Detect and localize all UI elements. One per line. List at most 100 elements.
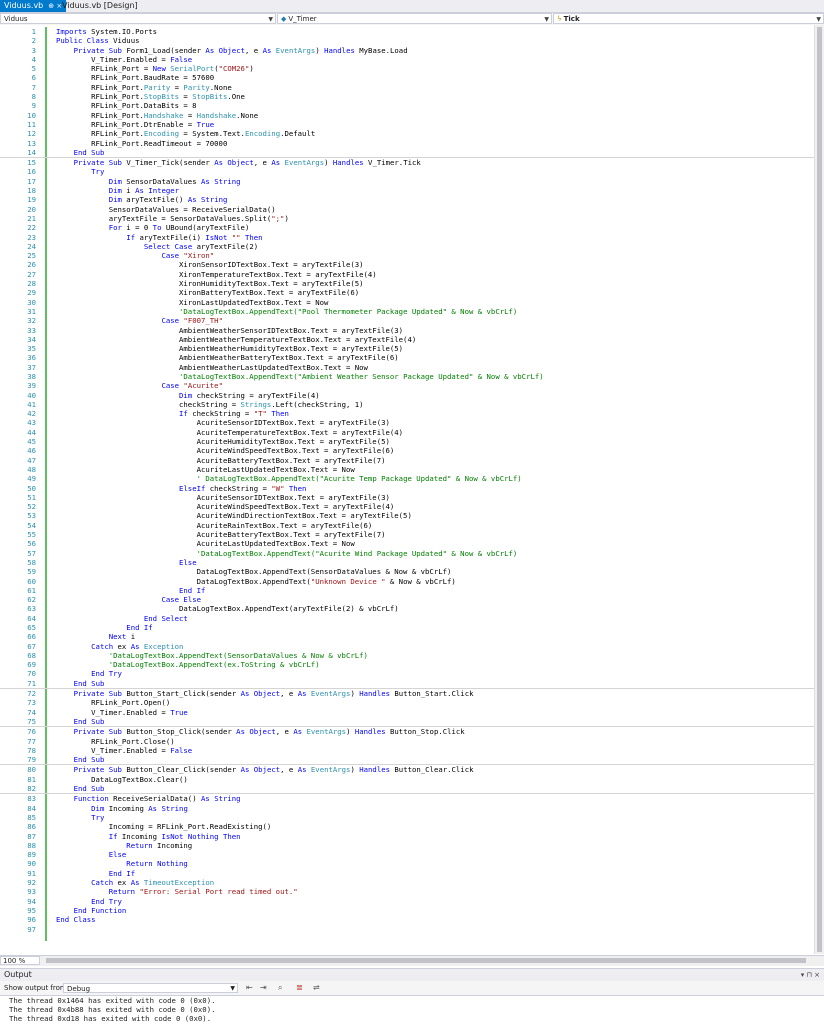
code-line[interactable]: 55 AcuriteBatteryTextBox.Text = aryTextF…: [0, 530, 815, 539]
object-dropdown[interactable]: ◆ V_Timer ▼: [277, 13, 552, 24]
code-line[interactable]: 46 AcuriteWindSpeedTextBox.Text = aryTex…: [0, 446, 815, 455]
code-line[interactable]: 36 AmbientWeatherBatteryTextBox.Text = a…: [0, 353, 815, 362]
code-line[interactable]: 31 'DataLogTextBox.AppendText("Pool Ther…: [0, 307, 815, 316]
code-line[interactable]: 19 Dim aryTextFile() As String: [0, 195, 815, 204]
code-line[interactable]: 86 Incoming = RFLink_Port.ReadExisting(): [0, 822, 815, 831]
code-line[interactable]: 33 AmbientWeatherSensorIDTextBox.Text = …: [0, 326, 815, 335]
zoom-level-dropdown[interactable]: 100 %: [0, 956, 40, 965]
code-line[interactable]: 60 DataLogTextBox.AppendText("Unknown De…: [0, 577, 815, 586]
code-line[interactable]: 24 Select Case aryTextFile(2): [0, 242, 815, 251]
code-line[interactable]: 16 Try: [0, 167, 815, 176]
code-line[interactable]: 13 RFLink_Port.ReadTimeout = 70000: [0, 139, 815, 148]
tab-viduus-vb[interactable]: Viduus.vb ⊕ ×: [0, 0, 67, 12]
output-text-area[interactable]: The thread 0x1464 has exited with code 0…: [0, 996, 824, 1024]
code-line[interactable]: 8 RFLink_Port.StopBits = StopBits.One: [0, 92, 815, 101]
code-line[interactable]: 11 RFLink_Port.DtrEnable = True: [0, 120, 815, 129]
code-line[interactable]: 72 Private Sub Button_Start_Click(sender…: [0, 688, 815, 698]
code-line[interactable]: 73 RFLink_Port.Open(): [0, 698, 815, 707]
code-line[interactable]: 82 End Sub: [0, 784, 815, 793]
code-line[interactable]: 64 End Select: [0, 614, 815, 623]
code-line[interactable]: 29 XironBatteryTextBox.Text = aryTextFil…: [0, 288, 815, 297]
code-line[interactable]: 76 Private Sub Button_Stop_Click(sender …: [0, 726, 815, 736]
code-line[interactable]: 18 Dim i As Integer: [0, 186, 815, 195]
code-line[interactable]: 57 'DataLogTextBox.AppendText("Acurite W…: [0, 549, 815, 558]
code-line[interactable]: 85 Try: [0, 813, 815, 822]
code-line[interactable]: 9 RFLink_Port.DataBits = 8: [0, 101, 815, 110]
code-line[interactable]: 93 Return "Error: Serial Port read timed…: [0, 887, 815, 896]
code-line[interactable]: 71 End Sub: [0, 679, 815, 688]
go-to-next-message-icon[interactable]: ⇥: [260, 981, 267, 995]
code-line[interactable]: 81 DataLogTextBox.Clear(): [0, 775, 815, 784]
code-line[interactable]: 32 Case "F007_TH": [0, 316, 815, 325]
code-line[interactable]: 1 Imports System.IO.Ports: [0, 27, 815, 36]
code-line[interactable]: 96 End Class: [0, 915, 815, 924]
code-line[interactable]: 40 Dim checkString = aryTextFile(4): [0, 391, 815, 400]
code-line[interactable]: 20 SensorDataValues = ReceiveSerialData(…: [0, 205, 815, 214]
code-line[interactable]: 2 Public Class Viduus: [0, 36, 815, 45]
code-line[interactable]: 77 RFLink_Port.Close(): [0, 737, 815, 746]
code-line[interactable]: 49 ' DataLogTextBox.AppendText("Acurite …: [0, 474, 815, 483]
code-line[interactable]: 69 'DataLogTextBox.AppendText(ex.ToStrin…: [0, 660, 815, 669]
horizontal-scrollbar-thumb[interactable]: [46, 958, 806, 963]
code-line[interactable]: 38 'DataLogTextBox.AppendText("Ambient W…: [0, 372, 815, 381]
code-line[interactable]: 66 Next i: [0, 632, 815, 641]
code-line[interactable]: 78 V_Timer.Enabled = False: [0, 746, 815, 755]
code-line[interactable]: 84 Dim Incoming As String: [0, 804, 815, 813]
code-line[interactable]: 70 End Try: [0, 669, 815, 678]
code-line[interactable]: 5 RFLink_Port = New SerialPort("COM26"): [0, 64, 815, 73]
code-line[interactable]: 25 Case "Xiron": [0, 251, 815, 260]
code-line[interactable]: 59 DataLogTextBox.AppendText(SensorDataV…: [0, 567, 815, 576]
clear-all-icon[interactable]: ≣: [296, 981, 303, 995]
code-line[interactable]: 12 RFLink_Port.Encoding = System.Text.En…: [0, 129, 815, 138]
code-line[interactable]: 15 Private Sub V_Timer_Tick(sender As Ob…: [0, 157, 815, 167]
code-line[interactable]: 7 RFLink_Port.Parity = Parity.None: [0, 83, 815, 92]
toggle-word-wrap-icon[interactable]: ⇌: [313, 981, 320, 995]
code-line[interactable]: 54 AcuriteRainTextBox.Text = aryTextFile…: [0, 521, 815, 530]
code-line[interactable]: 17 Dim SensorDataValues As String: [0, 177, 815, 186]
project-dropdown[interactable]: Viduus ▼: [0, 13, 276, 24]
code-line[interactable]: 68 'DataLogTextBox.AppendText(SensorData…: [0, 651, 815, 660]
vertical-scrollbar[interactable]: [814, 25, 824, 954]
code-line[interactable]: 26 XironSensorIDTextBox.Text = aryTextFi…: [0, 260, 815, 269]
code-line[interactable]: 44 AcuriteTemperatureTextBox.Text = aryT…: [0, 428, 815, 437]
code-line[interactable]: 61 End If: [0, 586, 815, 595]
panel-window-controls[interactable]: ▾ ⊓ ×: [801, 969, 820, 981]
code-line[interactable]: 21 aryTextFile = SensorDataValues.Split(…: [0, 214, 815, 223]
code-lines[interactable]: 1 Imports System.IO.Ports 2 Public Class Vi…: [0, 27, 815, 934]
code-line[interactable]: 28 XironHumidityTextBox.Text = aryTextFi…: [0, 279, 815, 288]
code-line[interactable]: 41 checkString = Strings.Left(checkStrin…: [0, 400, 815, 409]
code-line[interactable]: 48 AcuriteLastUpdatedTextBox.Text = Now: [0, 465, 815, 474]
code-line[interactable]: 27 XironTemperatureTextBox.Text = aryTex…: [0, 270, 815, 279]
code-line[interactable]: 58 Else: [0, 558, 815, 567]
code-line[interactable]: 23 If aryTextFile(i) IsNot "" Then: [0, 233, 815, 242]
code-line[interactable]: 89 Else: [0, 850, 815, 859]
code-line[interactable]: 92 Catch ex As TimeoutException: [0, 878, 815, 887]
code-line[interactable]: 43 AcuriteSensorIDTextBox.Text = aryText…: [0, 418, 815, 427]
code-line[interactable]: 47 AcuriteBatteryTextBox.Text = aryTextF…: [0, 456, 815, 465]
tab-viduus-design[interactable]: Viduus.vb [Design]: [58, 0, 142, 12]
find-message-icon[interactable]: ⌕: [278, 981, 282, 995]
code-line[interactable]: 88 Return Incoming: [0, 841, 815, 850]
code-line[interactable]: 90 Return Nothing: [0, 859, 815, 868]
code-line[interactable]: 53 AcuriteWindDirectionTextBox.Text = ar…: [0, 511, 815, 520]
code-line[interactable]: 56 AcuriteLastUpdatedTextBox.Text = Now: [0, 539, 815, 548]
code-line[interactable]: 62 Case Else: [0, 595, 815, 604]
code-line[interactable]: 94 End Try: [0, 897, 815, 906]
code-line[interactable]: 37 AmbientWeatherLastUpdatedTextBox.Text…: [0, 363, 815, 372]
code-line[interactable]: 3 Private Sub Form1_Load(sender As Objec…: [0, 46, 815, 55]
code-line[interactable]: 39 Case "Acurite": [0, 381, 815, 390]
code-line[interactable]: 97: [0, 925, 815, 934]
code-line[interactable]: 34 AmbientWeatherTemperatureTextBox.Text…: [0, 335, 815, 344]
code-line[interactable]: 95 End Function: [0, 906, 815, 915]
code-editor[interactable]: 1 Imports System.IO.Ports 2 Public Class Vi…: [0, 25, 824, 954]
code-line[interactable]: 79 End Sub: [0, 755, 815, 764]
event-dropdown[interactable]: ϟ Tick ▼: [553, 13, 824, 24]
code-line[interactable]: 30 XironLastUpdatedTextBox.Text = Now: [0, 298, 815, 307]
code-line[interactable]: 6 RFLink_Port.BaudRate = 57600: [0, 73, 815, 82]
go-to-previous-message-icon[interactable]: ⇤: [246, 981, 253, 995]
code-line[interactable]: 74 V_Timer.Enabled = True: [0, 708, 815, 717]
code-line[interactable]: 22 For i = 0 To UBound(aryTextFile): [0, 223, 815, 232]
code-line[interactable]: 80 Private Sub Button_Clear_Click(sender…: [0, 764, 815, 774]
vertical-scrollbar-thumb[interactable]: [817, 27, 822, 952]
code-line[interactable]: 65 End If: [0, 623, 815, 632]
